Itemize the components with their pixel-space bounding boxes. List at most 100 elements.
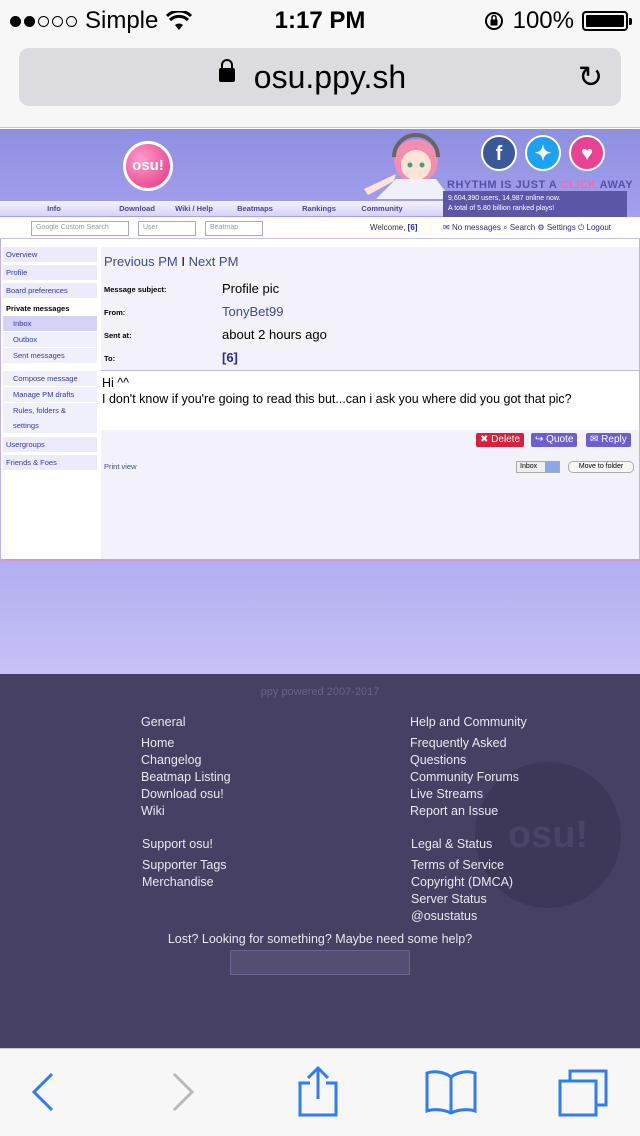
- footer-link-tos[interactable]: Terms of Service: [411, 857, 513, 874]
- logout-link[interactable]: Logout: [587, 223, 611, 232]
- footer-help: Help and Community Frequently Asked Ques…: [410, 714, 527, 820]
- footer-help-title: Help and Community: [410, 715, 527, 729]
- footer-link-dmca[interactable]: Copyright (DMCA): [411, 874, 513, 891]
- delete-button[interactable]: ✖ Delete: [476, 433, 525, 447]
- gear-icon: ⚙: [537, 223, 545, 232]
- footer-link-beatmap-listing[interactable]: Beatmap Listing: [141, 769, 231, 786]
- quote-button[interactable]: ↪ Quote: [531, 433, 578, 447]
- stats-plays: A total of 5.80 billion ranked plays!: [448, 205, 555, 212]
- chevron-down-icon: [545, 462, 559, 472]
- search-link[interactable]: Search: [510, 223, 535, 232]
- sidebar-item-profile[interactable]: Profile: [3, 265, 97, 280]
- user-search-input[interactable]: User: [138, 221, 196, 236]
- site-header: osu! f ✦ ♥ RHYTHM IS JUST A CLICK AWAY 9…: [0, 129, 640, 217]
- footer-link-osustatus[interactable]: @osustatus: [411, 908, 513, 925]
- message-line-1: Hi ^^: [102, 376, 130, 390]
- to-value[interactable]: [6]: [222, 350, 238, 365]
- sidebar-item-friends[interactable]: Friends & Foes: [3, 455, 97, 470]
- sidebar-item-compose[interactable]: Compose message: [3, 371, 97, 386]
- footer-link-wiki[interactable]: Wiki: [141, 803, 231, 820]
- sidebar-item-board-preferences[interactable]: Board preferences: [3, 283, 97, 298]
- message-line-2: I don't know if you're going to read thi…: [102, 392, 572, 406]
- sidebar-heading-private-messages[interactable]: Private messages: [3, 301, 97, 316]
- nav-download[interactable]: Download: [108, 204, 166, 213]
- facebook-icon[interactable]: f: [481, 135, 517, 171]
- mail-icon: ✉: [443, 223, 450, 232]
- reply-button[interactable]: ✉ Reply: [586, 433, 631, 447]
- reload-icon[interactable]: ↻: [578, 60, 603, 95]
- nav-rankings[interactable]: Rankings: [288, 204, 350, 213]
- mascot-image: [364, 133, 451, 199]
- footer-link-report[interactable]: Report an Issue: [410, 803, 527, 820]
- content-panel: Overview Profile Board preferences Priva…: [0, 239, 640, 561]
- sidebar-item-outbox[interactable]: Outbox: [3, 332, 97, 347]
- status-bar: Simple 1:17 PM 100%: [0, 0, 640, 40]
- footer-support: Support osu! Supporter Tags Merchandise: [142, 836, 227, 891]
- settings-link[interactable]: Settings: [547, 223, 576, 232]
- power-icon: ⏻: [577, 223, 585, 232]
- tabs-icon[interactable]: [557, 1069, 609, 1117]
- address-bar[interactable]: osu.ppy.sh ↻: [19, 48, 621, 106]
- sidebar-item-overview[interactable]: Overview: [3, 247, 97, 262]
- osu-logo[interactable]: osu!: [123, 141, 173, 191]
- footer-link-faq[interactable]: Frequently Asked: [410, 735, 527, 752]
- bookmarks-icon[interactable]: [425, 1069, 477, 1115]
- from-value[interactable]: TonyBet99: [222, 304, 283, 319]
- sidebar-item-drafts[interactable]: Manage PM drafts: [3, 387, 97, 402]
- no-messages-link[interactable]: No messages: [452, 223, 501, 232]
- delete-icon: ✖: [480, 434, 489, 445]
- nav-info[interactable]: Info: [0, 204, 108, 213]
- sidebar-item-rules[interactable]: Rules, folders &: [3, 403, 97, 418]
- site-stats: 9,604,390 users, 14,987 online now. A to…: [443, 191, 627, 217]
- print-view-link[interactable]: Print view: [104, 462, 137, 471]
- footer-support-title: Support osu!: [142, 837, 213, 851]
- heart-icon[interactable]: ♥: [569, 135, 605, 171]
- welcome-user[interactable]: [6]: [408, 223, 418, 232]
- share-icon[interactable]: [297, 1065, 339, 1117]
- forward-icon[interactable]: [170, 1071, 196, 1113]
- nav-beatmaps[interactable]: Beatmaps: [222, 204, 288, 213]
- footer-link-merch[interactable]: Merchandise: [142, 874, 227, 891]
- sidebar-item-usergroups[interactable]: Usergroups: [3, 437, 97, 452]
- sent-label: Sent at:: [104, 331, 132, 340]
- welcome-text: Welcome, [6]: [370, 223, 418, 232]
- reply-icon: ✉: [590, 434, 599, 445]
- move-to-folder-button[interactable]: Move to folder: [568, 461, 634, 473]
- sidebar-item-settings[interactable]: settings: [3, 418, 97, 433]
- lock-icon: [219, 59, 235, 82]
- sidebar-item-sent-messages[interactable]: Sent messages: [3, 348, 97, 363]
- twitter-icon[interactable]: ✦: [525, 135, 561, 171]
- message-body: Hi ^^ I don't know if you're going to re…: [101, 370, 639, 430]
- site-toolbar: Google Custom Search User Beatmap Welcom…: [0, 217, 640, 239]
- url-text: osu.ppy.sh: [253, 58, 407, 95]
- folder-select[interactable]: Inbox: [516, 461, 560, 473]
- footer-link-status[interactable]: Server Status: [411, 891, 513, 908]
- footer-link-faq-2[interactable]: Questions: [410, 752, 527, 769]
- nav-wiki-help[interactable]: Wiki / Help: [166, 204, 222, 213]
- lost-text: Lost? Looking for something? Maybe need …: [167, 932, 473, 946]
- back-icon[interactable]: [30, 1071, 56, 1113]
- footer-legal-title: Legal & Status: [411, 837, 493, 851]
- main-nav: Info Download Wiki / Help Beatmaps Ranki…: [0, 201, 443, 216]
- previous-pm-link[interactable]: Previous PM: [104, 254, 178, 269]
- site-footer: osu! ppy powered 2007-2017 General Home …: [0, 674, 640, 1048]
- footer-link-home[interactable]: Home: [141, 735, 231, 752]
- beatmap-search-input[interactable]: Beatmap: [205, 221, 263, 236]
- browser-chrome: osu.ppy.sh ↻: [0, 40, 640, 128]
- subject-value: Profile pic: [222, 281, 280, 296]
- browser-toolbar: [0, 1048, 640, 1136]
- nav-community[interactable]: Community: [350, 204, 414, 213]
- status-right: 100%: [483, 7, 632, 35]
- next-pm-link[interactable]: Next PM: [189, 254, 239, 269]
- footer-link-forums[interactable]: Community Forums: [410, 769, 527, 786]
- footer-link-streams[interactable]: Live Streams: [410, 786, 527, 803]
- footer-link-download[interactable]: Download osu!: [141, 786, 231, 803]
- footer-general-title: General: [141, 715, 186, 729]
- footer-search-input[interactable]: [230, 950, 410, 975]
- footer-link-changelog[interactable]: Changelog: [141, 752, 231, 769]
- quote-icon: ↪: [535, 434, 544, 445]
- google-search-input[interactable]: Google Custom Search: [31, 221, 129, 236]
- sidebar-item-inbox[interactable]: Inbox: [3, 316, 97, 331]
- pm-nav-separator: I: [181, 254, 185, 269]
- footer-link-supporter[interactable]: Supporter Tags: [142, 857, 227, 874]
